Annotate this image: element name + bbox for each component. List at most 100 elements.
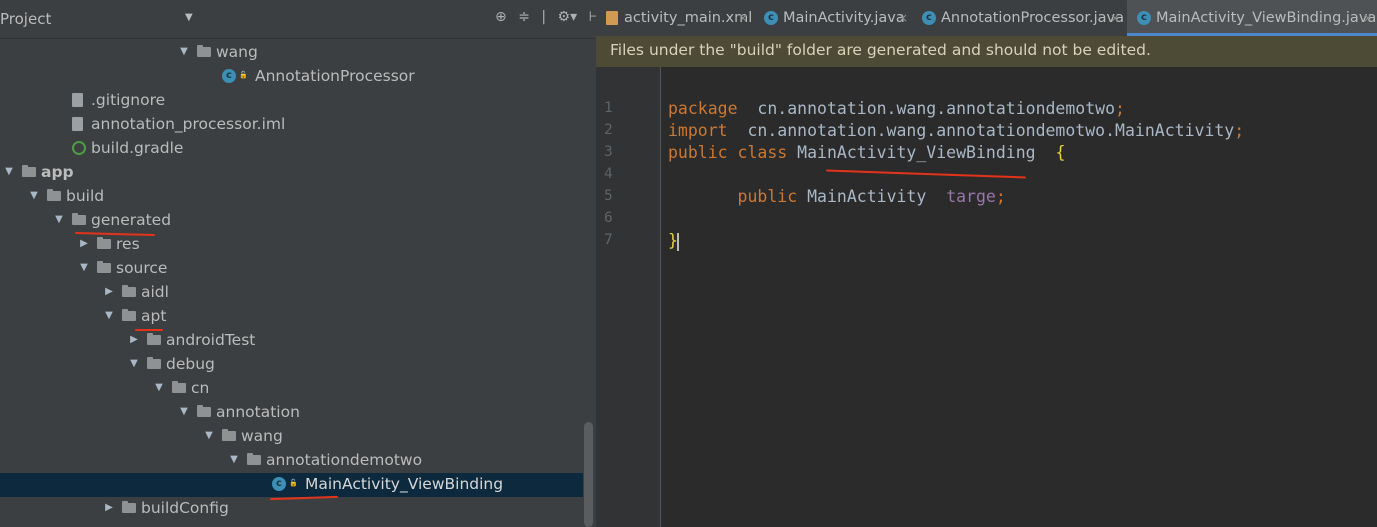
banner-text: Files under the "build" folder are gener… [610, 41, 1151, 59]
tree-node[interactable]: ▼ wang [0, 41, 583, 65]
generated-file-warning-banner: Files under the "build" folder are gener… [596, 36, 1377, 67]
chevron-down-icon[interactable]: ▼ [185, 12, 193, 23]
tree-node[interactable]: ▼ app [0, 161, 583, 185]
annotation-underline [826, 169, 1026, 179]
text-cursor [676, 232, 679, 251]
tree-node-label: build [66, 187, 105, 205]
file-icon [72, 117, 83, 131]
close-icon[interactable]: × [738, 11, 748, 25]
tab-annotation-processor-java[interactable]: c AnnotationProcessor.java × [914, 0, 1124, 36]
expand-arrow-down-icon[interactable]: ▼ [129, 358, 139, 369]
file-icon [72, 93, 83, 107]
tree-node-label: build.gradle [91, 139, 184, 157]
expand-arrow-down-icon[interactable]: ▼ [104, 310, 114, 321]
tree-node[interactable]: ▼ source [0, 257, 583, 281]
close-icon[interactable]: × [1110, 11, 1120, 25]
line-number: 6 [604, 210, 613, 226]
folder-icon [122, 285, 137, 297]
hide-panel-icon[interactable]: ⊢ [589, 9, 596, 25]
expand-arrow-right-icon[interactable]: ▶ [104, 286, 114, 297]
expand-arrow-right-icon[interactable]: ▶ [104, 502, 114, 513]
gradle-icon [72, 141, 86, 155]
tree-node-label: annotation_processor.iml [91, 115, 286, 133]
folder-icon [47, 189, 62, 201]
module-folder-icon [22, 165, 37, 177]
line-number: 7 [604, 232, 613, 248]
class-icon: c [222, 69, 236, 83]
project-toolbar: ⊕ ≑ | ⚙▾ ⊢ [495, 9, 596, 25]
line-number: 1 [604, 100, 613, 116]
expand-arrow-down-icon[interactable]: ▼ [229, 454, 239, 465]
close-icon[interactable]: × [898, 11, 908, 25]
tab-activity-main-xml[interactable]: activity_main.xml × [596, 0, 752, 36]
tree-node[interactable]: ▼ annotationdemotwo [0, 449, 583, 473]
xml-file-icon [606, 11, 618, 25]
folder-icon [97, 261, 112, 273]
tree-node[interactable]: ▼ generated [0, 209, 583, 233]
tree-node[interactable]: ▶ aidl [0, 281, 583, 305]
expand-arrow-down-icon[interactable]: ▼ [4, 166, 14, 177]
tab-main-activity-java[interactable]: c MainActivity.java × [754, 0, 912, 36]
lock-icon: 🔓 [289, 479, 298, 487]
tree-node[interactable]: ▼ build [0, 185, 583, 209]
line-number: 3 [604, 144, 613, 160]
collapse-all-icon[interactable]: ≑ [518, 9, 530, 25]
tree-node-label: cn [191, 379, 210, 397]
tree-node[interactable]: c 🔓 MainActivity_ViewBinding [0, 473, 583, 497]
folder-icon [172, 381, 187, 393]
tree-node-label: app [41, 163, 74, 181]
expand-arrow-down-icon[interactable]: ▼ [29, 190, 39, 201]
tree-node[interactable]: .gitignore [0, 89, 583, 113]
tree-node[interactable]: ▼ wang [0, 425, 583, 449]
tree-node[interactable]: ▶ buildConfig [0, 497, 583, 521]
project-view-title[interactable]: Project [0, 10, 51, 28]
tree-scrollbar[interactable] [584, 422, 593, 527]
folder-icon [122, 309, 137, 321]
locate-icon[interactable]: ⊕ [495, 9, 507, 25]
tree-node[interactable]: ▼ annotation [0, 401, 583, 425]
expand-arrow-down-icon[interactable]: ▼ [179, 46, 189, 57]
expand-arrow-down-icon[interactable]: ▼ [54, 214, 64, 225]
tree-node[interactable]: annotation_processor.iml [0, 113, 583, 137]
tree-node[interactable]: ▶ androidTest [0, 329, 583, 353]
folder-icon [122, 501, 137, 513]
tab-main-activity-viewbinding-java[interactable]: c MainActivity_ViewBinding.java × [1127, 0, 1377, 36]
project-tree: ▼annotation▼wangc🔓AnnotationProcessor.gi… [0, 0, 596, 527]
folder-icon [197, 45, 212, 57]
line-number: 5 [604, 188, 613, 204]
close-icon[interactable]: × [1363, 11, 1373, 25]
class-icon: c [272, 477, 286, 491]
folder-icon [247, 453, 262, 465]
tree-node-label: wang [216, 43, 258, 61]
expand-arrow-down-icon[interactable]: ▼ [79, 262, 89, 273]
tree-node[interactable]: ▼ cn [0, 377, 583, 401]
tree-node-label: buildConfig [141, 499, 229, 517]
tree-node[interactable]: ▶ res [0, 233, 583, 257]
tree-node[interactable]: build.gradle [0, 137, 583, 161]
editor-tab-bar: activity_main.xml × c MainActivity.java … [596, 0, 1377, 37]
tree-node-label: wang [241, 427, 283, 445]
expand-arrow-down-icon[interactable]: ▼ [179, 406, 189, 417]
tree-node-label: aidl [141, 283, 169, 301]
class-icon: c [922, 11, 936, 25]
code-line-2: import cn.annotation.wang.annotationdemo… [668, 121, 1245, 140]
folder-icon [97, 237, 112, 249]
code-editor: activity_main.xml × c MainActivity.java … [596, 0, 1377, 527]
annotation-underline [135, 329, 163, 331]
tree-node[interactable]: ▼ debug [0, 353, 583, 377]
class-icon: c [764, 11, 778, 25]
tree-node[interactable]: ▼ apt [0, 305, 583, 329]
expand-arrow-right-icon[interactable]: ▶ [79, 238, 89, 249]
folder-icon [72, 213, 87, 225]
code-line-3: public class MainActivity_ViewBinding { [668, 143, 1066, 162]
expand-arrow-down-icon[interactable]: ▼ [204, 430, 214, 441]
tree-node-label: androidTest [166, 331, 256, 349]
expand-arrow-right-icon[interactable]: ▶ [129, 334, 139, 345]
tree-node-label: debug [166, 355, 215, 373]
tree-node[interactable]: c 🔓 AnnotationProcessor [0, 65, 583, 89]
code-line-7: } [668, 231, 679, 251]
tree-node-label: apt [141, 307, 167, 325]
settings-gear-icon[interactable]: ⚙▾ [558, 9, 578, 25]
expand-arrow-down-icon[interactable]: ▼ [154, 382, 164, 393]
folder-icon [222, 429, 237, 441]
